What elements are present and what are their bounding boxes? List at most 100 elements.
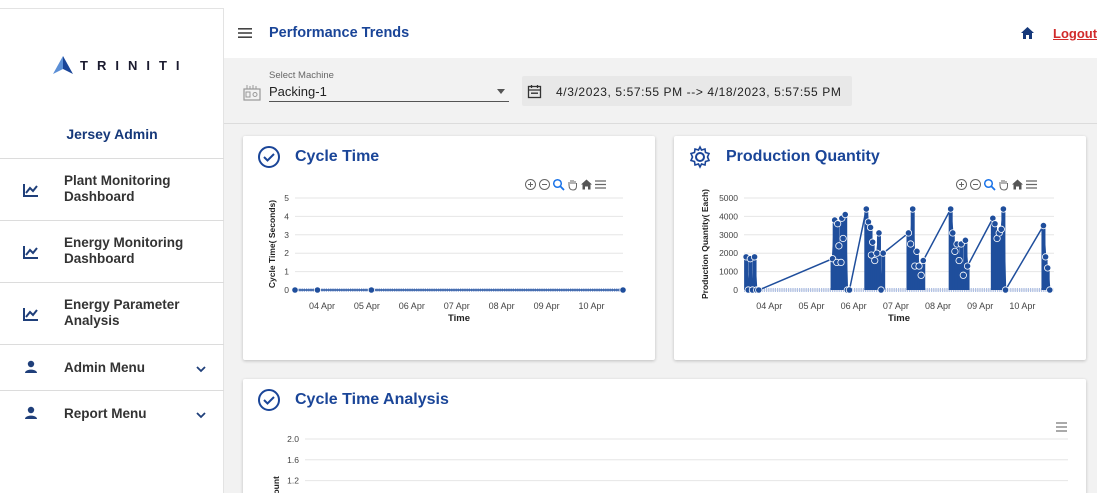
sidebar-item-energy-parameter[interactable]: Energy Parameter Analysis [0, 282, 224, 344]
x-tick-label: 07 Apr [444, 301, 470, 311]
data-point [291, 286, 299, 294]
data-point [917, 271, 925, 279]
data-point [875, 229, 883, 237]
cycle-time-analysis-card: Cycle Time Analysis 0.81.21.62.0Count [243, 379, 1086, 493]
person-icon [25, 360, 37, 373]
y-axis-label: Cycle Time( Seconds) [267, 200, 277, 288]
y-tick-label: 2.0 [287, 434, 299, 444]
x-tick-label: 10 Apr [579, 301, 605, 311]
machine-select[interactable]: Packing-1 [269, 83, 509, 102]
brand-logo: TRINITI [52, 54, 189, 76]
y-tick-label: 1 [284, 267, 289, 277]
y-tick-label: 1.2 [287, 476, 299, 486]
data-point [949, 229, 957, 237]
card-title: Cycle Time [295, 148, 380, 165]
data-point [951, 247, 959, 255]
x-tick-label: 08 Apr [925, 301, 951, 311]
data-point [915, 262, 923, 270]
machine-icon [243, 85, 261, 101]
production-quantity-card: Production Quantity 0 1000 2000 3000 4000 500… [674, 136, 1086, 360]
dropdown-caret-icon [497, 89, 505, 94]
date-range-text: 4/3/2023, 5:57:55 PM --> 4/18/2023, 5:57… [556, 85, 842, 99]
y-axis-label: Count [271, 476, 281, 493]
sidebar-item-energy-monitoring[interactable]: Energy Monitoring Dashboard [0, 220, 224, 282]
data-point [367, 286, 375, 294]
data-point [313, 286, 322, 294]
home-icon[interactable] [1020, 26, 1035, 40]
data-point [999, 205, 1007, 213]
hamburger-menu-icon[interactable] [238, 27, 252, 39]
data-point [755, 286, 763, 294]
y-tick-label: 5000 [719, 193, 738, 203]
sidebar-item-report-menu[interactable]: Report Menu [0, 390, 224, 436]
machine-select-label: Select Machine [269, 70, 334, 81]
data-point [866, 223, 875, 232]
y-tick-label: 3 [284, 230, 289, 240]
x-tick-label: 07 Apr [883, 301, 909, 311]
data-point [879, 249, 887, 257]
page-title: Performance Trends [269, 25, 410, 41]
data-point [619, 286, 627, 294]
x-tick-label: 06 Apr [399, 301, 425, 311]
chevron-down-icon [196, 366, 206, 373]
data-point [845, 286, 854, 294]
x-tick-label: 09 Apr [967, 301, 993, 311]
cycle-time-analysis-chart: 0.81.21.62.0Count [271, 434, 1068, 493]
production-quantity-chart: 0 1000 2000 3000 4000 5000 Production Quantity… [700, 189, 1054, 324]
data-point [1001, 286, 1010, 294]
data-point [877, 286, 885, 294]
sidebar-item-label: Energy Monitoring Dashboard [64, 235, 184, 266]
y-tick-label: 4 [284, 211, 289, 221]
y-tick-label: 2 [284, 248, 289, 258]
machine-select-value: Packing-1 [269, 84, 327, 99]
card-title: Production Quantity [726, 148, 880, 165]
sidebar-item-admin-menu[interactable]: Admin Menu [0, 344, 224, 390]
y-tick-label: 4000 [719, 211, 738, 221]
data-point [955, 256, 963, 265]
data-point [841, 210, 849, 219]
y-axis-label: Production Quantity( Each) [700, 189, 710, 299]
data-point [1044, 264, 1052, 272]
x-tick-label: 10 Apr [1009, 301, 1035, 311]
y-tick-label: 0 [284, 285, 289, 295]
user-name: Jersey Admin [66, 126, 158, 142]
data-point [991, 220, 999, 228]
cycle-time-card: Cycle Time 0 1 2 3 4 5 Cycle Time( Seconds) 04 … [243, 136, 655, 360]
data-point [1041, 253, 1050, 261]
data-point [873, 249, 881, 257]
x-tick-label: 05 Apr [798, 301, 824, 311]
sidebar-item-label: Plant Monitoring Dashboard [64, 173, 171, 204]
x-tick-label: 06 Apr [841, 301, 867, 311]
check-circle-icon [258, 146, 280, 168]
data-point [906, 240, 915, 248]
sidebar-item-label: Energy Parameter Analysis [64, 297, 180, 328]
data-point [839, 234, 847, 243]
chevron-down-icon [196, 412, 206, 419]
data-point [919, 256, 927, 265]
x-tick-label: 08 Apr [489, 301, 515, 311]
chart-line-icon [23, 308, 38, 321]
data-point [963, 262, 972, 270]
triniti-logo-icon [53, 56, 73, 74]
data-point [997, 225, 1005, 233]
calendar-icon [527, 85, 542, 99]
x-axis-label: Time [448, 313, 470, 324]
data-point [837, 258, 845, 267]
cycle-time-chart: 0 1 2 3 4 5 Cycle Time( Seconds) 04 Apr 05 Apr 06… [267, 193, 627, 324]
data-point [961, 236, 970, 244]
data-point [835, 242, 843, 250]
y-tick-label: 2000 [719, 248, 738, 258]
data-point [862, 205, 870, 213]
y-tick-label: 5 [284, 193, 289, 203]
main-content: Select Machine Packing-1 4/3/2023, 5:57:… [224, 58, 1097, 493]
person-icon [25, 406, 37, 419]
filter-bar: Select Machine Packing-1 4/3/2023, 5:57:… [224, 58, 1097, 124]
logout-link[interactable]: Logout [1053, 26, 1097, 41]
data-point [947, 205, 955, 213]
date-range-picker[interactable]: 4/3/2023, 5:57:55 PM --> 4/18/2023, 5:57… [522, 76, 852, 106]
top-bar: Performance Trends Logout [224, 8, 1097, 58]
x-tick-label: 04 Apr [756, 301, 782, 311]
y-tick-label: 0 [733, 285, 738, 295]
data-point [959, 271, 967, 279]
sidebar-item-plant-monitoring[interactable]: Plant Monitoring Dashboard [0, 158, 224, 220]
